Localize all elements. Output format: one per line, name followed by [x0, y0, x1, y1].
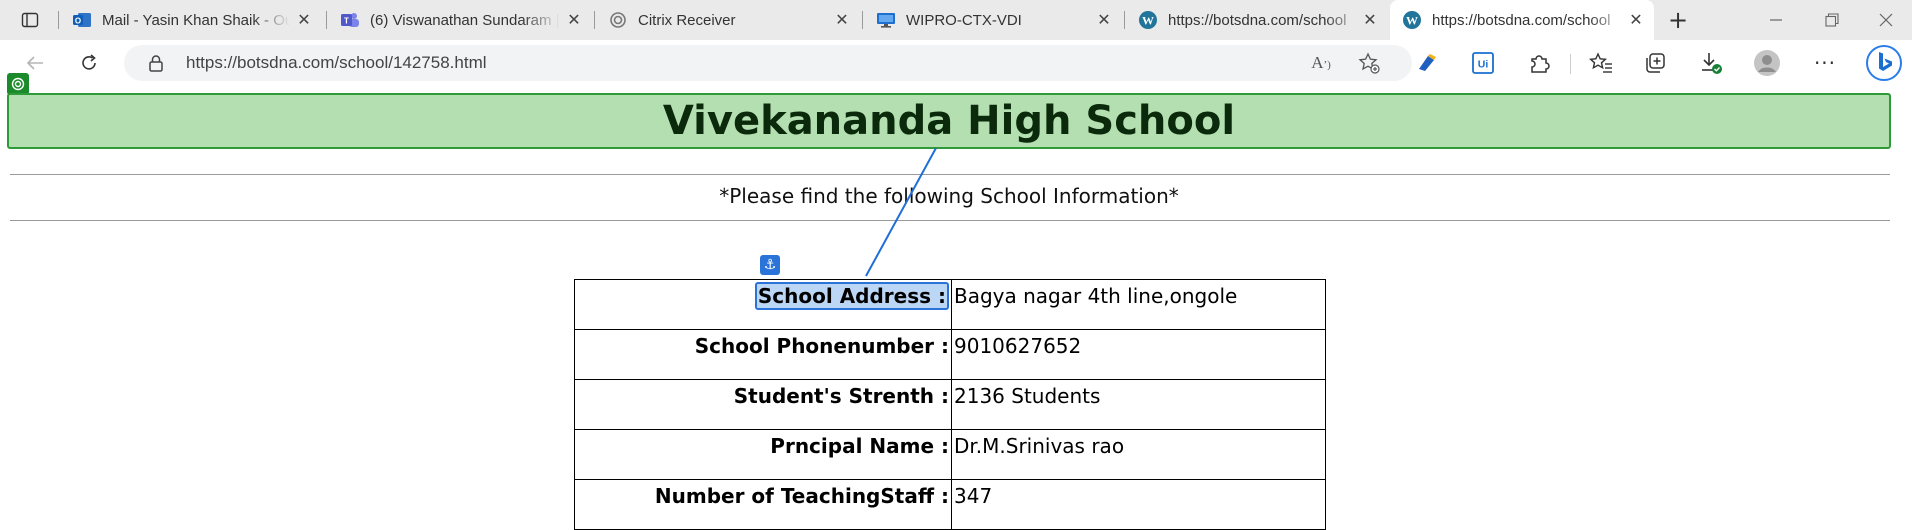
tab-title: https://botsdna.com/school: [1432, 11, 1611, 29]
add-favorite-button[interactable]: [1356, 52, 1382, 74]
more-dots-icon: ···: [1813, 51, 1837, 75]
read-aloud-icon: Aʼ): [1311, 53, 1331, 72]
citrix-icon: [608, 10, 628, 30]
toolbar-divider: [1570, 54, 1571, 74]
read-aloud-button[interactable]: Aʼ): [1308, 52, 1334, 74]
outlook-icon: O: [72, 10, 92, 30]
bing-icon: [1866, 45, 1902, 81]
plus-icon: +: [1667, 6, 1689, 34]
svg-text:O: O: [75, 17, 81, 26]
browser-toolbar: https://botsdna.com/school/142758.html A…: [0, 40, 1912, 86]
info-label-cell: Student's Strenth :: [574, 379, 952, 430]
info-value-cell: Bagya nagar 4th line,ongole: [951, 279, 1326, 330]
tab-separator: [594, 11, 595, 29]
tab-title: WIPRO-CTX-VDI: [906, 11, 1022, 29]
uipath-extension-button[interactable]: Ui: [1468, 48, 1498, 78]
avatar-icon: [1754, 50, 1780, 76]
close-icon[interactable]: ✕: [1094, 10, 1114, 30]
puzzle-icon: [1531, 55, 1550, 73]
wordpress-icon: W: [1402, 10, 1422, 30]
table-row: Number of TeachingStaff : 347: [574, 479, 1326, 530]
table-row: Student's Strenth : 2136 Students: [574, 379, 1326, 430]
bing-copilot-button[interactable]: [1864, 43, 1904, 83]
page-subtitle: *Please find the following School Inform…: [719, 184, 1179, 208]
tab-separator: [862, 11, 863, 29]
close-icon[interactable]: ✕: [1360, 10, 1380, 30]
pen-extension-icon: [1419, 54, 1436, 71]
minimize-button[interactable]: [1756, 6, 1796, 34]
tab-citrix[interactable]: Citrix Receiver ✕: [596, 0, 860, 40]
info-value-cell: 9010627652: [951, 329, 1326, 380]
refresh-button[interactable]: [72, 48, 106, 78]
tab-botsdna-1[interactable]: W https://botsdna.com/school ✕: [1126, 0, 1388, 40]
info-value-cell: 347: [951, 479, 1326, 530]
divider: [10, 174, 1890, 175]
svg-text:W: W: [1406, 14, 1418, 28]
close-icon[interactable]: ✕: [294, 10, 314, 30]
refresh-icon: [82, 54, 96, 70]
profile-button[interactable]: [1752, 48, 1782, 78]
close-icon: [1879, 13, 1893, 27]
extension-target-icon[interactable]: [7, 73, 29, 95]
extensions-button[interactable]: [1524, 48, 1554, 78]
restore-icon: [1825, 13, 1839, 27]
info-value-cell: 2136 Students: [951, 379, 1326, 430]
info-label-cell: Prncipal Name :: [574, 429, 952, 480]
tab-title: Mail - Yasin Khan Shaik - Ou: [102, 11, 290, 29]
new-tab-button[interactable]: +: [1662, 6, 1694, 34]
downloads-button[interactable]: [1696, 48, 1726, 78]
school-info-table: School Address : Bagya nagar 4th line,on…: [574, 279, 1326, 530]
monitor-icon: [876, 10, 896, 30]
address-bar[interactable]: https://botsdna.com/school/142758.html A…: [124, 45, 1412, 81]
tab-strip: O Mail - Yasin Khan Shaik - Ou ✕ T (6) V…: [0, 0, 1912, 40]
close-window-button[interactable]: [1866, 6, 1906, 34]
tab-title: (6) Viswanathan Sundaram |: [370, 11, 560, 29]
favorites-button[interactable]: [1586, 48, 1616, 78]
teams-icon: T: [340, 10, 360, 30]
page-title: Vivekananda High School: [7, 93, 1891, 149]
info-label-cell: School Phonenumber :: [574, 329, 952, 380]
selected-address-label[interactable]: School Address :: [754, 282, 949, 310]
back-arrow-icon: [26, 56, 43, 70]
svg-text:W: W: [1142, 14, 1154, 28]
uipath-icon: Ui: [1472, 52, 1494, 74]
divider: [10, 220, 1890, 221]
tab-teams[interactable]: T (6) Viswanathan Sundaram | ✕: [328, 0, 592, 40]
info-label-cell: School Address :: [574, 279, 952, 330]
tab-actions-button[interactable]: [14, 6, 46, 34]
svg-text:T: T: [344, 17, 349, 26]
settings-more-button[interactable]: ···: [1810, 48, 1840, 78]
tab-separator: [58, 11, 59, 29]
url-text[interactable]: https://botsdna.com/school/142758.html: [186, 53, 487, 73]
tab-title: https://botsdna.com/school: [1168, 11, 1347, 29]
close-icon[interactable]: ✕: [1626, 10, 1646, 30]
collections-button[interactable]: [1640, 48, 1670, 78]
star-add-icon: [1358, 52, 1380, 74]
lock-icon[interactable]: [148, 54, 164, 72]
favorites-list-icon: [1589, 52, 1612, 73]
wordpress-icon: W: [1138, 10, 1158, 30]
close-icon[interactable]: ✕: [564, 10, 584, 30]
extension-button[interactable]: [1412, 48, 1442, 78]
table-row: School Address : Bagya nagar 4th line,on…: [574, 279, 1326, 330]
table-row: Prncipal Name : Dr.M.Srinivas rao: [574, 429, 1326, 480]
web-page: Vivekananda High School *Please find the…: [0, 73, 1912, 530]
table-row: School Phonenumber : 9010627652: [574, 329, 1326, 380]
download-icon: [1702, 53, 1722, 74]
tab-actions-icon: [21, 12, 39, 28]
minimize-icon: [1770, 19, 1782, 21]
info-value-cell: Dr.M.Srinivas rao: [951, 429, 1326, 480]
collections-icon: [1646, 53, 1665, 73]
tab-title: Citrix Receiver: [638, 11, 736, 29]
svg-text:Ui: Ui: [1478, 59, 1489, 71]
tab-mail[interactable]: O Mail - Yasin Khan Shaik - Ou ✕: [60, 0, 322, 40]
anchor-icon[interactable]: ⚓: [760, 255, 780, 275]
tab-botsdna-active[interactable]: W https://botsdna.com/school ✕: [1390, 0, 1654, 40]
close-icon[interactable]: ✕: [832, 10, 852, 30]
tab-separator: [326, 11, 327, 29]
tab-wipro[interactable]: WIPRO-CTX-VDI ✕: [864, 0, 1122, 40]
tab-separator: [1124, 11, 1125, 29]
restore-button[interactable]: [1812, 6, 1852, 34]
info-label-cell: Number of TeachingStaff :: [574, 479, 952, 530]
